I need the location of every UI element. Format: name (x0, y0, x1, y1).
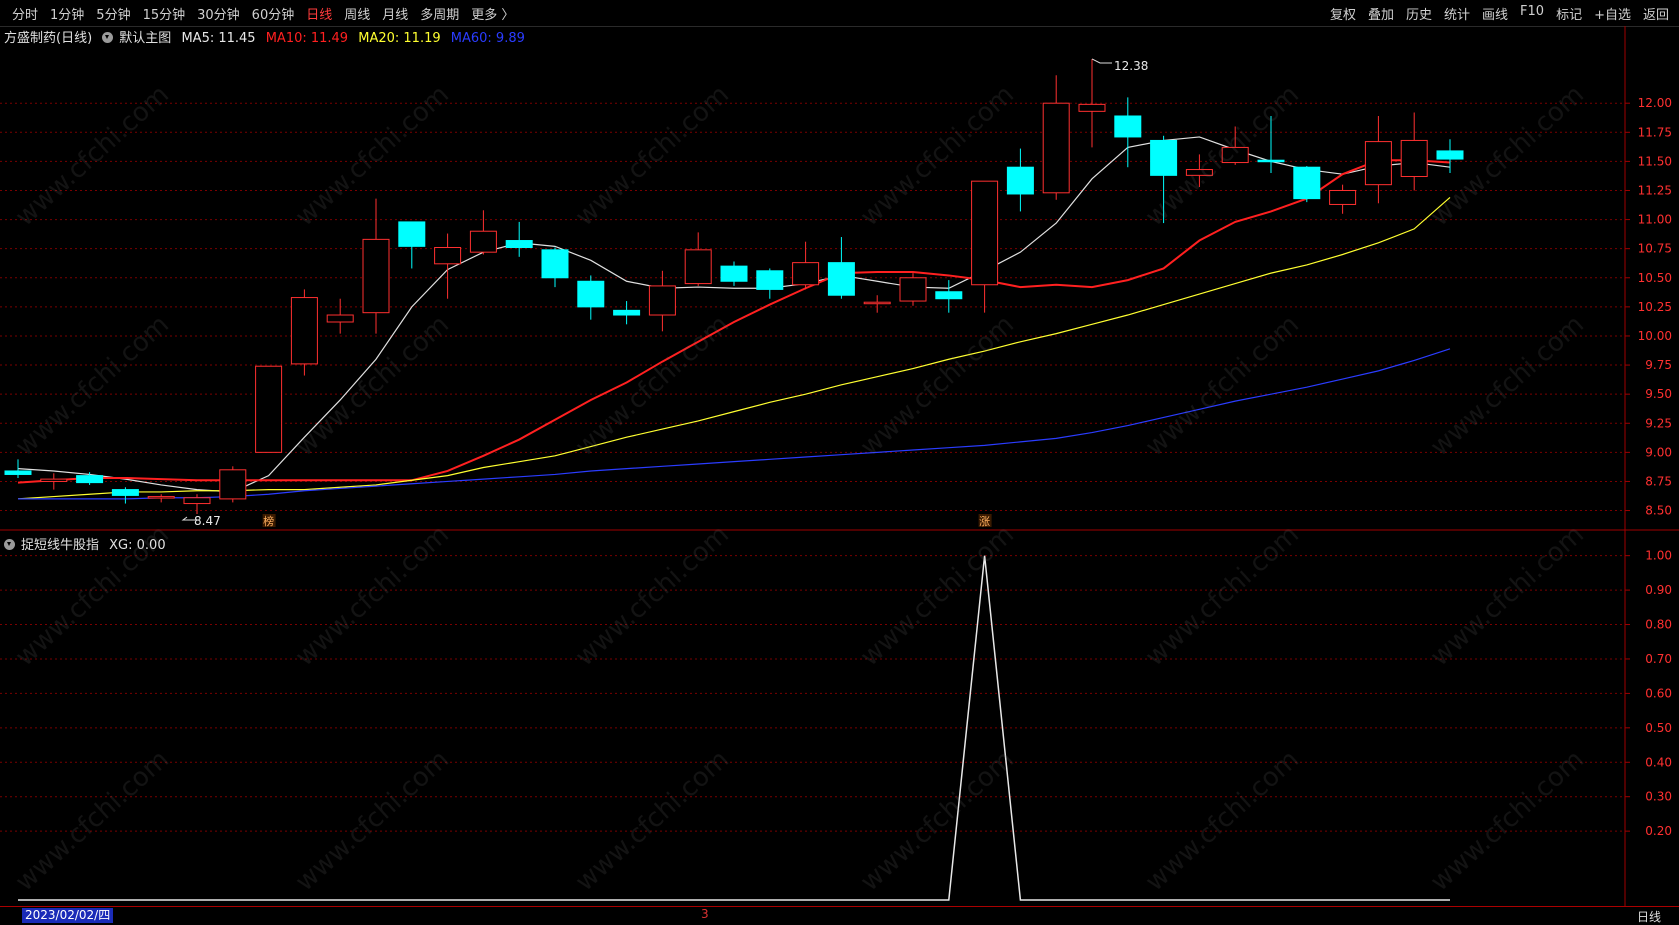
candle-body (4, 470, 32, 475)
sub-tick-label: 0.90 (1645, 583, 1672, 597)
main-tick-label: 10.25 (1638, 300, 1672, 314)
candle-body (1078, 103, 1106, 112)
candle-body (1150, 139, 1178, 176)
main-tick-label: 11.25 (1638, 183, 1672, 197)
candle-body (1221, 146, 1249, 164)
main-tick-label: 10.00 (1638, 329, 1672, 343)
candle-body (756, 270, 784, 290)
sub-tick-label: 0.20 (1645, 824, 1672, 838)
main-tick-label: 10.75 (1638, 242, 1672, 256)
sub-tick-label: 0.70 (1645, 652, 1672, 666)
signal-marker-zhang: 涨 (979, 515, 990, 528)
candle-body (1257, 159, 1285, 163)
candle-body (326, 314, 354, 323)
candle-body (1185, 169, 1213, 176)
period-label[interactable]: 日线 (1637, 908, 1661, 925)
signal-marker-bang: 榜 (263, 514, 274, 528)
sub-tick-label: 0.50 (1645, 721, 1672, 735)
candle-body (577, 280, 605, 308)
candle-body (1364, 141, 1392, 186)
candle-body (1436, 150, 1464, 160)
main-tick-label: 11.00 (1638, 213, 1672, 227)
time-axis-bar: 2023/02/02/四 3 日线 (0, 906, 1679, 924)
candle-body (1400, 139, 1428, 178)
candle-body (76, 475, 104, 484)
month-marker: 3 (701, 907, 709, 921)
candle-body (219, 469, 247, 500)
candle-body (899, 277, 927, 302)
main-tick-label: 10.50 (1638, 271, 1672, 285)
candle-body (183, 497, 211, 505)
sub-tick-label: 0.30 (1645, 790, 1672, 804)
candle-body (147, 496, 175, 499)
main-tick-label: 9.50 (1645, 387, 1672, 401)
ma10-line (17, 159, 1451, 484)
candle-body (398, 221, 426, 247)
main-tick-label: 8.50 (1645, 504, 1672, 518)
candle-body (971, 180, 999, 286)
candle-body (792, 262, 820, 286)
candle-body (1329, 189, 1357, 205)
max-pointer (1091, 58, 1112, 64)
main-tick-label: 9.25 (1645, 416, 1672, 430)
candle-body (469, 230, 497, 253)
kline-chart[interactable]: 8.50 8.75 9.00 9.25 9.50 9.75 10.00 10.25 10.50 1… (0, 0, 1679, 923)
sub-tick-label: 0.40 (1645, 755, 1672, 769)
main-tick-label: 11.75 (1638, 125, 1672, 139)
min-price-label: 8.47 (194, 514, 221, 528)
sub-tick-label: 1.00 (1645, 549, 1672, 563)
cursor-date: 2023/02/02/四 (22, 908, 114, 923)
candle-body (362, 238, 390, 314)
max-price-label: 12.38 (1114, 59, 1148, 73)
candle-body (613, 309, 641, 316)
candle-body (648, 285, 676, 316)
candle-body (863, 301, 891, 305)
main-tick-label: 11.50 (1638, 154, 1672, 168)
candle-body (684, 249, 712, 285)
candle-body (1042, 102, 1070, 194)
ma20-line (17, 197, 1451, 500)
main-tick-label: 9.00 (1645, 445, 1672, 459)
candle-body (1006, 166, 1034, 195)
candle-body (505, 240, 533, 249)
candle-body (720, 265, 748, 282)
main-tick-label: 8.75 (1645, 474, 1672, 488)
candle-body (434, 247, 462, 265)
sub-tick-label: 0.80 (1645, 618, 1672, 632)
main-tick-label: 12.00 (1638, 96, 1672, 110)
candle-body (1293, 166, 1321, 200)
candle-body (827, 262, 855, 296)
candle-body (255, 365, 283, 453)
candle-body (40, 478, 68, 482)
sub-tick-label: 0.60 (1645, 686, 1672, 700)
candle-body (541, 249, 569, 279)
candle-body (935, 291, 963, 300)
candle-body (1114, 115, 1142, 138)
candle-body (290, 297, 318, 365)
main-tick-label: 9.75 (1645, 358, 1672, 372)
candle-body (111, 489, 139, 496)
